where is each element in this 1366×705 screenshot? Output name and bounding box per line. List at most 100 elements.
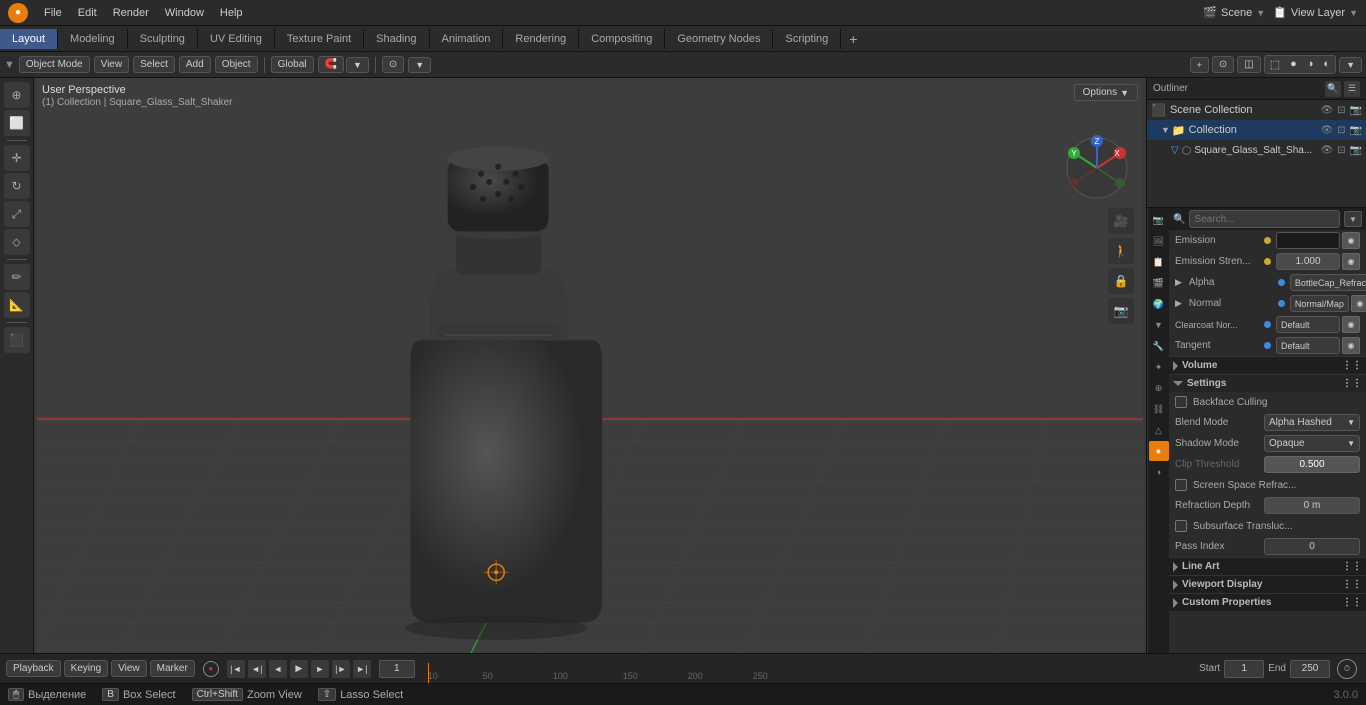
add-cube-tool[interactable]: ⬛ xyxy=(4,327,30,353)
object-menu[interactable]: Object xyxy=(215,56,258,73)
camera-view-btn[interactable]: 🎥 xyxy=(1108,208,1134,234)
restrict-render-3[interactable]: 📷 xyxy=(1350,145,1362,156)
emission-socket-btn[interactable]: ◉ xyxy=(1342,232,1360,249)
play-btn[interactable]: ▶ xyxy=(290,660,308,678)
tab-texture-paint[interactable]: Texture Paint xyxy=(275,29,364,49)
xray-toggle[interactable]: ◫ xyxy=(1237,56,1260,73)
playback-record-btn[interactable]: ● xyxy=(203,661,219,677)
settings-dots-menu[interactable]: ⋮⋮ xyxy=(1342,378,1362,389)
modifier-props-icon[interactable]: 🔧 xyxy=(1149,336,1169,356)
normal-socket-btn[interactable]: ◉ xyxy=(1351,295,1366,312)
collection-expand[interactable]: ▼ xyxy=(1161,125,1170,135)
strength-socket-btn[interactable]: ◉ xyxy=(1342,253,1360,270)
restrict-viewport-1[interactable]: 👁 xyxy=(1320,105,1333,116)
menu-help[interactable]: Help xyxy=(212,5,251,21)
viewport-options-btn[interactable]: Options ▼ xyxy=(1074,84,1138,101)
output-props-icon[interactable]: 🖼 xyxy=(1149,231,1169,251)
viewlayer-props-icon[interactable]: 📋 xyxy=(1149,252,1169,272)
object-data-props-icon[interactable]: △ xyxy=(1149,420,1169,440)
restrict-render-1[interactable]: 📷 xyxy=(1350,105,1362,116)
subsurface-checkbox[interactable] xyxy=(1175,520,1187,532)
scale-tool[interactable]: ⤢ xyxy=(4,201,30,227)
keying-menu[interactable]: Keying xyxy=(64,660,109,677)
tab-sculpting[interactable]: Sculpting xyxy=(128,29,198,49)
custom-props-dots[interactable]: ⋮⋮ xyxy=(1342,597,1362,608)
backface-checkbox[interactable] xyxy=(1175,396,1187,408)
restrict-select-3[interactable]: ⊡ xyxy=(1337,145,1345,156)
menu-file[interactable]: File xyxy=(36,5,70,21)
viewport-3d[interactable]: User Perspective (1) Collection | Square… xyxy=(34,78,1146,653)
transform-orient[interactable]: Global xyxy=(271,56,314,73)
scene-collection-row[interactable]: ⬛ Scene Collection 👁 ⊡ 📷 xyxy=(1147,100,1366,120)
restrict-select-2[interactable]: ⊡ xyxy=(1337,125,1345,136)
restrict-render-2[interactable]: 📷 xyxy=(1350,125,1362,136)
material-mode[interactable]: ◑ xyxy=(1302,56,1319,73)
clearcoat-socket-btn[interactable]: ◉ xyxy=(1342,316,1360,333)
prev-frame-btn[interactable]: ◄ xyxy=(269,660,287,678)
collection-row[interactable]: ▼ 📁 Collection 👁 ⊡ 📷 xyxy=(1147,120,1366,140)
mode-select[interactable]: Object Mode xyxy=(19,56,90,73)
settings-header[interactable]: Settings ⋮⋮ xyxy=(1169,374,1366,392)
object-row[interactable]: ▽ ⬡ Square_Glass_Salt_Sha... 👁 ⊡ 📷 xyxy=(1147,140,1366,160)
tab-shading[interactable]: Shading xyxy=(364,29,429,49)
menu-edit[interactable]: Edit xyxy=(70,5,105,21)
material-props-icon[interactable]: ● xyxy=(1149,441,1169,461)
tab-rendering[interactable]: Rendering xyxy=(503,29,579,49)
viewport-display-dots[interactable]: ⋮⋮ xyxy=(1342,579,1362,590)
alpha-value[interactable]: BottleCap_Refrac... xyxy=(1290,274,1366,291)
scene-selector[interactable]: 🎬 Scene ▼ xyxy=(1203,6,1265,19)
menu-render[interactable]: Render xyxy=(105,5,157,21)
lock-camera-btn[interactable]: 🔒 xyxy=(1108,268,1134,294)
tab-modeling[interactable]: Modeling xyxy=(58,29,128,49)
jump-start-btn[interactable]: |◄ xyxy=(227,660,245,678)
proportional-options[interactable]: ▼ xyxy=(408,57,431,73)
properties-filter-btn[interactable]: ▼ xyxy=(1344,211,1362,227)
blend-mode-dropdown[interactable]: Alpha Hashed ▼ xyxy=(1264,414,1360,431)
tangent-value[interactable]: Default xyxy=(1276,337,1340,354)
tab-layout[interactable]: Layout xyxy=(0,29,58,49)
tab-animation[interactable]: Animation xyxy=(430,29,504,49)
constraints-props-icon[interactable]: ⛓ xyxy=(1149,399,1169,419)
render-btn[interactable]: 📷 xyxy=(1108,298,1134,324)
solid-mode[interactable]: ● xyxy=(1285,56,1302,73)
select-menu[interactable]: Select xyxy=(133,56,175,73)
cursor-tool[interactable]: ⊕ xyxy=(4,82,30,108)
viewlayer-selector[interactable]: 📋 View Layer ▼ xyxy=(1273,6,1358,19)
properties-search-input[interactable] xyxy=(1189,210,1340,228)
line-art-header[interactable]: Line Art ⋮⋮ xyxy=(1169,557,1366,575)
tab-geometry-nodes[interactable]: Geometry Nodes xyxy=(665,29,773,49)
screen-space-checkbox[interactable] xyxy=(1175,479,1187,491)
tab-uv-editing[interactable]: UV Editing xyxy=(198,29,275,49)
shadow-mode-dropdown[interactable]: Opaque ▼ xyxy=(1264,435,1360,452)
restrict-select-1[interactable]: ⊡ xyxy=(1337,105,1345,116)
clearcoat-value[interactable]: Default xyxy=(1276,316,1340,333)
end-frame-input[interactable]: 250 xyxy=(1290,660,1330,678)
line-art-dots[interactable]: ⋮⋮ xyxy=(1342,561,1362,572)
jump-end-btn[interactable]: ►| xyxy=(353,660,371,678)
shading-options[interactable]: ▼ xyxy=(1339,57,1362,73)
clip-threshold-value[interactable]: 0.500 xyxy=(1264,456,1360,473)
scene-props-icon[interactable]: 🎬 xyxy=(1149,273,1169,293)
viewport-display-header[interactable]: Viewport Display ⋮⋮ xyxy=(1169,575,1366,593)
pass-index-value[interactable]: 0 xyxy=(1264,538,1360,555)
gizmos-toggle[interactable]: + xyxy=(1190,57,1209,73)
view-menu[interactable]: View xyxy=(94,56,130,73)
measure-tool[interactable]: 📐 xyxy=(4,292,30,318)
overlays-toggle[interactable]: ⊙ xyxy=(1212,56,1234,73)
proportional-edit[interactable]: ⊙ xyxy=(382,56,404,73)
tangent-socket-btn[interactable]: ◉ xyxy=(1342,337,1360,354)
annotate-tool[interactable]: ✏ xyxy=(4,264,30,290)
emission-color-field[interactable] xyxy=(1276,232,1340,249)
current-frame-display[interactable]: 1 xyxy=(379,660,415,678)
emission-strength-value[interactable]: 1.000 xyxy=(1276,253,1340,270)
wireframe-mode[interactable]: ⬚ xyxy=(1265,56,1285,73)
normal-value[interactable]: Normal/Map xyxy=(1290,295,1349,312)
rotate-tool[interactable]: ↻ xyxy=(4,173,30,199)
object-props-icon[interactable]: ▼ xyxy=(1149,315,1169,335)
physics-props-icon[interactable]: ⊕ xyxy=(1149,378,1169,398)
refraction-depth-value[interactable]: 0 m xyxy=(1264,497,1360,514)
custom-properties-header[interactable]: Custom Properties ⋮⋮ xyxy=(1169,593,1366,611)
volume-dots-menu[interactable]: ⋮⋮ xyxy=(1342,360,1362,371)
restrict-viewport-2[interactable]: 👁 xyxy=(1320,125,1333,136)
timeline-view-menu[interactable]: View xyxy=(111,660,147,677)
